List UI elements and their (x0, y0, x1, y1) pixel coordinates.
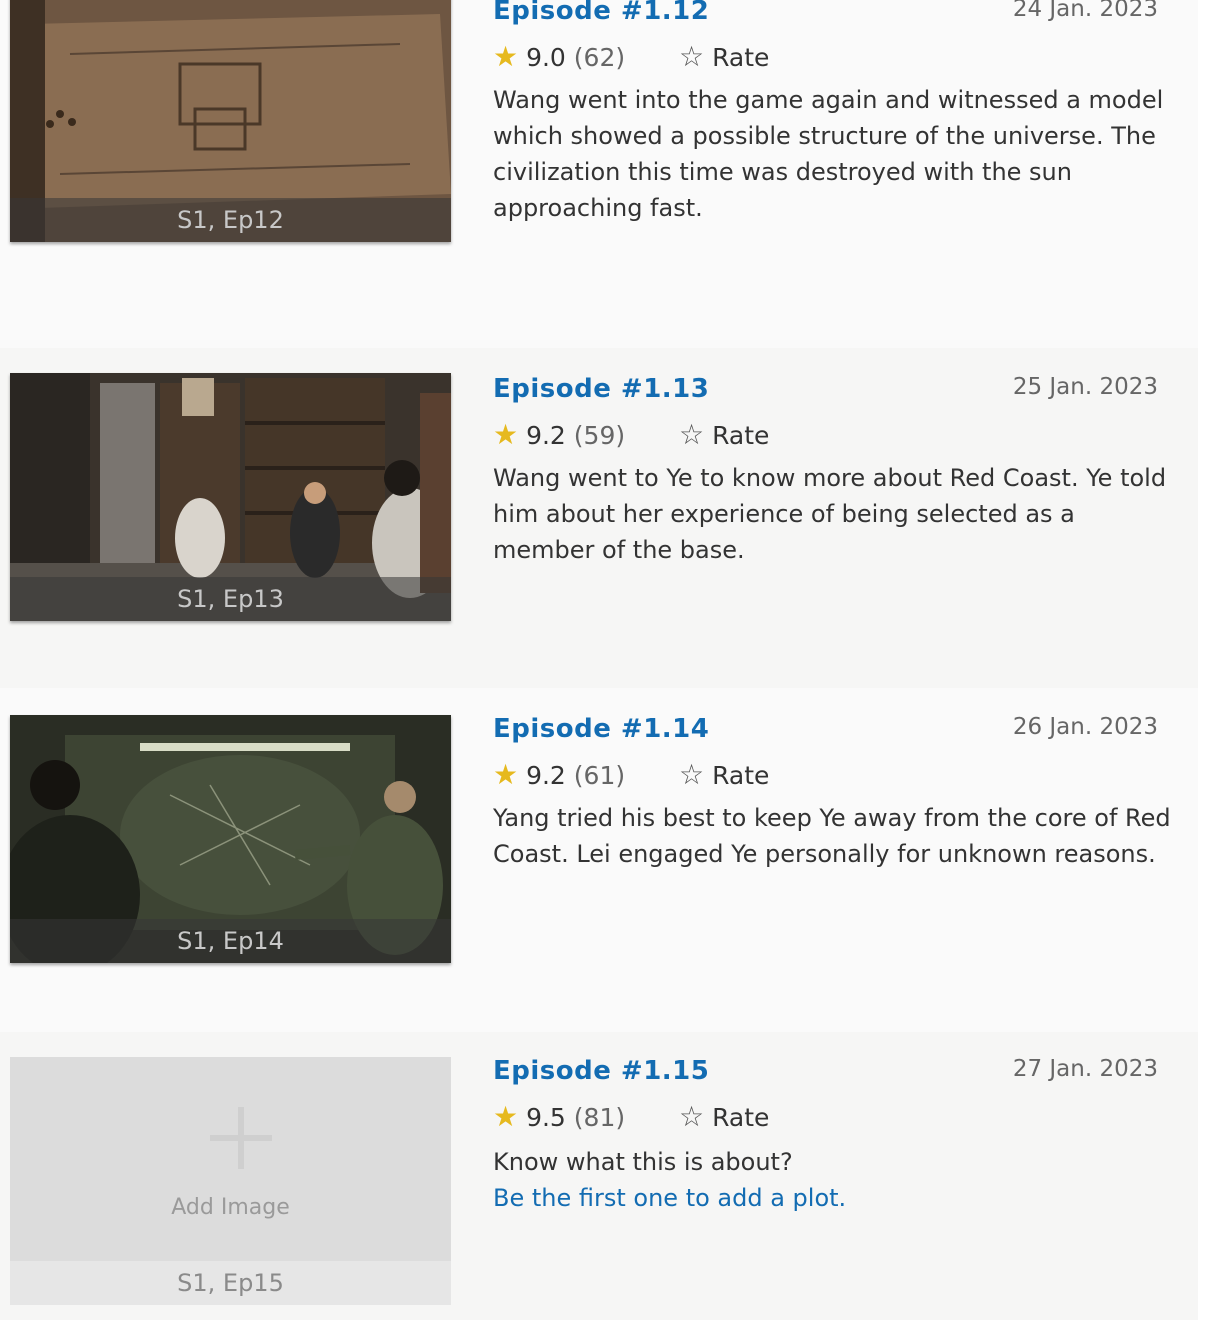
episode-plot: Know what this is about? Be the first on… (493, 1144, 1183, 1216)
episode-thumbnail[interactable]: S1, Ep13 (10, 373, 451, 621)
star-filled-icon: ★ (493, 40, 519, 73)
episode-row: S1, Ep12 Episode #1.12 24 Jan. 2023 ★ 9.… (0, 0, 1198, 348)
episode-rating: ★ 9.2 (61) (493, 758, 625, 791)
episode-rating: ★ 9.0 (62) (493, 40, 625, 73)
episode-row: Add Image S1, Ep15 Episode #1.15 27 Jan.… (0, 1032, 1198, 1320)
episode-row: S1, Ep14 Episode #1.14 26 Jan. 2023 ★ 9.… (0, 688, 1198, 1032)
rate-button[interactable]: ☆ Rate (679, 40, 769, 73)
plus-icon (210, 1135, 272, 1141)
rate-button[interactable]: ☆ Rate (679, 1100, 769, 1133)
rating-votes: (81) (573, 1103, 626, 1132)
star-outline-icon: ☆ (679, 1100, 705, 1133)
rate-label: Rate (712, 761, 770, 790)
rating-votes: (59) (573, 421, 626, 450)
episode-title-link[interactable]: Episode #1.15 (493, 1056, 709, 1086)
episode-airdate: 24 Jan. 2023 (1012, 0, 1158, 22)
episode-caption: S1, Ep14 (10, 919, 451, 963)
star-filled-icon: ★ (493, 1100, 519, 1133)
episode-caption: S1, Ep12 (10, 198, 451, 242)
rating-value: 9.5 (526, 1103, 566, 1132)
episode-title-link[interactable]: Episode #1.14 (493, 714, 709, 744)
rate-label: Rate (712, 43, 770, 72)
episode-airdate: 27 Jan. 2023 (1012, 1056, 1158, 1082)
episode-plot: Wang went to Ye to know more about Red C… (493, 464, 1167, 564)
episode-caption: S1, Ep13 (10, 577, 451, 621)
rating-value: 9.2 (526, 421, 566, 450)
star-outline-icon: ☆ (679, 418, 705, 451)
episode-plot: Yang tried his best to keep Ye away from… (493, 804, 1171, 868)
rating-value: 9.0 (526, 43, 566, 72)
add-image-label: Add Image (171, 1195, 290, 1220)
rate-button[interactable]: ☆ Rate (679, 758, 769, 791)
episode-list: S1, Ep12 Episode #1.12 24 Jan. 2023 ★ 9.… (0, 0, 1198, 1320)
episode-plot: Wang went into the game again and witnes… (493, 86, 1164, 222)
episode-rating: ★ 9.2 (59) (493, 418, 625, 451)
star-filled-icon: ★ (493, 758, 519, 791)
episode-airdate: 25 Jan. 2023 (1012, 374, 1158, 400)
star-filled-icon: ★ (493, 418, 519, 451)
episode-thumbnail[interactable]: S1, Ep14 (10, 715, 451, 963)
rating-votes: (62) (573, 43, 626, 72)
episode-rating: ★ 9.5 (81) (493, 1100, 625, 1133)
episode-row: S1, Ep13 Episode #1.13 25 Jan. 2023 ★ 9.… (0, 348, 1198, 688)
add-plot-link[interactable]: Be the first one to add a plot. (493, 1180, 1183, 1216)
episode-title-link[interactable]: Episode #1.13 (493, 374, 709, 404)
episode-caption: S1, Ep15 (10, 1261, 451, 1305)
add-image-button[interactable]: Add Image S1, Ep15 (10, 1057, 451, 1305)
rate-label: Rate (712, 421, 770, 450)
rating-votes: (61) (573, 761, 626, 790)
episode-thumbnail[interactable]: S1, Ep12 (10, 0, 451, 242)
plot-prompt: Know what this is about? (493, 1148, 793, 1176)
episode-airdate: 26 Jan. 2023 (1012, 714, 1158, 740)
rate-button[interactable]: ☆ Rate (679, 418, 769, 451)
star-outline-icon: ☆ (679, 40, 705, 73)
rating-value: 9.2 (526, 761, 566, 790)
rate-label: Rate (712, 1103, 770, 1132)
episode-title-link[interactable]: Episode #1.12 (493, 0, 709, 26)
star-outline-icon: ☆ (679, 758, 705, 791)
